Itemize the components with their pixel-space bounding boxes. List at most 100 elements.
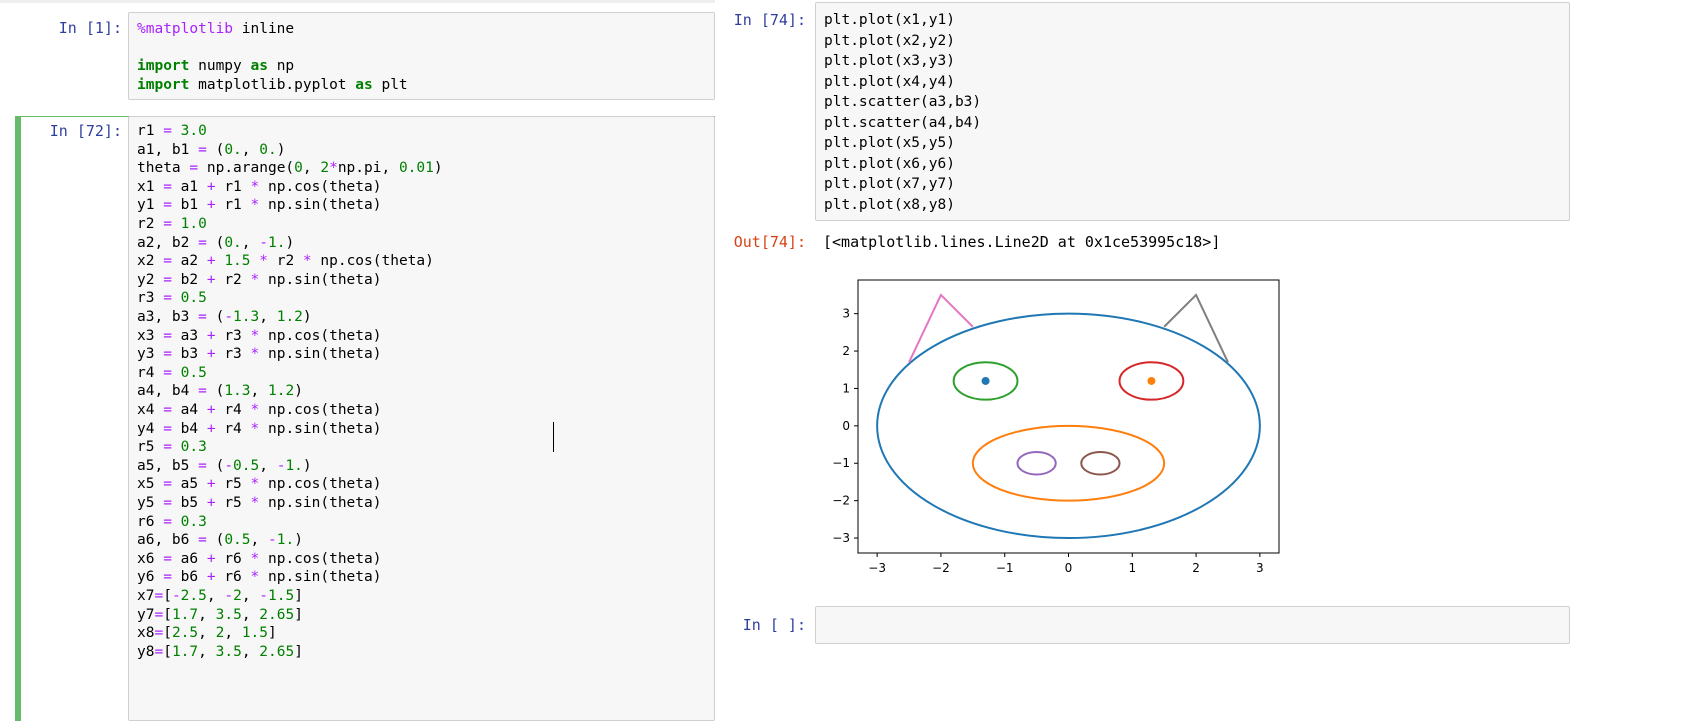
code-token: a4 xyxy=(171,402,207,418)
code-token: plt.plot(x5,y5) xyxy=(824,135,955,151)
code-token: r5 xyxy=(215,476,251,493)
code-token: r4 xyxy=(215,402,251,418)
code-token: r1 xyxy=(137,123,164,139)
code-token: r3 xyxy=(137,290,164,307)
code-token: np.arange( xyxy=(198,160,295,177)
code-token: = xyxy=(163,439,172,456)
code-token: , xyxy=(198,625,216,642)
code-token: r6 xyxy=(137,513,164,530)
code-token: x7 xyxy=(137,588,155,604)
code-token: 1.3 xyxy=(233,309,260,325)
code-token: y4 xyxy=(137,420,164,437)
code-line: import numpy as np xyxy=(137,56,294,76)
code-token: 2.5 xyxy=(180,588,207,604)
text-cursor xyxy=(553,422,554,452)
code-line: plt.scatter(a3,b3) xyxy=(824,92,981,112)
code-token: [ xyxy=(163,625,172,642)
code-token: = xyxy=(163,253,172,270)
code-token: ) xyxy=(433,160,443,177)
code-token: * xyxy=(302,253,312,270)
code-token: r2 xyxy=(215,271,251,288)
code-token: np.cos(theta) xyxy=(259,550,382,567)
cell-1-code-input[interactable]: %matplotlib inline import numpy as np impo… xyxy=(128,12,715,100)
code-token: = xyxy=(198,532,207,549)
code-token: * xyxy=(250,178,260,195)
code-token: , xyxy=(259,457,277,474)
x-tick-label: −2 xyxy=(932,561,950,575)
code-token: = xyxy=(163,550,172,567)
code-token: 1.3 xyxy=(224,383,251,400)
code-token: * xyxy=(250,402,260,418)
code-token: r3 xyxy=(215,346,251,363)
code-token: b3 xyxy=(171,346,207,363)
code-line: plt.plot(x1,y1) xyxy=(824,10,955,30)
code-token: plt.plot(x6,y6) xyxy=(824,155,955,172)
code-token: = xyxy=(163,364,172,381)
code-token: - xyxy=(267,532,277,549)
code-line: y4 = b4 + r4 * np.sin(theta) xyxy=(137,419,381,439)
code-token: 1. xyxy=(285,457,303,474)
code-token: * xyxy=(250,569,260,586)
code-token: = xyxy=(163,327,172,344)
code-token: = xyxy=(163,402,172,418)
code-token: = xyxy=(163,216,172,232)
code-token: x8 xyxy=(137,625,155,642)
code-token: ) xyxy=(294,532,303,549)
code-line: plt.plot(x7,y7) xyxy=(824,174,955,194)
code-token: - xyxy=(259,588,269,604)
code-token: 0.5 xyxy=(233,457,260,474)
code-line: plt.plot(x3,y3) xyxy=(824,51,955,71)
code-token: r1 xyxy=(215,178,251,195)
code-token: , xyxy=(241,234,260,251)
code-token: = xyxy=(198,141,207,158)
code-token: + xyxy=(206,569,216,586)
code-token: = xyxy=(163,178,172,195)
code-token: x2 xyxy=(137,253,164,270)
code-line: x8=[2.5, 2, 1.5] xyxy=(137,623,277,643)
notebook-top-border xyxy=(0,0,715,3)
code-token: r1 xyxy=(215,197,251,214)
code-line: y5 = b5 + r5 * np.sin(theta) xyxy=(137,493,381,513)
code-token: * xyxy=(250,495,260,511)
code-token: y2 xyxy=(137,271,164,288)
code-token: + xyxy=(206,253,216,270)
code-token: 1.0 xyxy=(180,216,207,232)
code-line: r1 = 3.0 xyxy=(137,121,207,141)
y-tick-label: 1 xyxy=(842,381,850,395)
code-token: plt.plot(x2,y2) xyxy=(824,32,955,49)
code-line: plt.plot(x2,y2) xyxy=(824,31,955,51)
code-token: , xyxy=(241,141,260,158)
code-line: x2 = a2 + 1.5 * r2 * np.cos(theta) xyxy=(137,251,434,271)
code-line: plt.plot(x6,y6) xyxy=(824,154,955,174)
cell-72-code-input[interactable]: r1 = 3.0 a1, b1 = (0., 0.) theta = np.aran… xyxy=(128,116,715,721)
code-line: y3 = b3 + r3 * np.sin(theta) xyxy=(137,344,381,364)
code-token: r2 xyxy=(268,253,303,270)
code-line: r4 = 0.5 xyxy=(137,363,207,383)
code-token: ) xyxy=(276,141,286,158)
x-tick-label: 2 xyxy=(1192,561,1200,575)
code-token: b6 xyxy=(171,569,207,586)
code-token: plt.plot(x3,y3) xyxy=(824,53,955,69)
empty-cell-code-input[interactable] xyxy=(815,606,1570,644)
code-line: x5 = a5 + r5 * np.cos(theta) xyxy=(137,474,381,494)
code-token: - xyxy=(224,309,234,325)
cell-72-prompt: In [72]: xyxy=(49,122,122,140)
code-token: plt.plot(x4,y4) xyxy=(824,73,955,90)
cell-74-code-input[interactable]: plt.plot(x1,y1) plt.plot(x2,y2) plt.plot(x… xyxy=(815,2,1570,221)
y-tick-label: −1 xyxy=(832,456,850,470)
code-token: plt xyxy=(372,76,408,93)
code-token: = xyxy=(163,123,172,139)
code-token: 0 xyxy=(294,160,303,177)
code-line: import matplotlib.pyplot as plt xyxy=(137,75,408,95)
code-token: = xyxy=(198,457,207,474)
code-token: r6 xyxy=(215,550,251,567)
code-token: ( xyxy=(206,383,225,400)
code-token: - xyxy=(171,588,181,604)
code-token: + xyxy=(206,402,216,418)
code-token: r3 xyxy=(215,327,251,344)
code-token: plt.plot(x1,y1) xyxy=(824,12,955,28)
code-token: a4, b4 xyxy=(137,383,199,400)
